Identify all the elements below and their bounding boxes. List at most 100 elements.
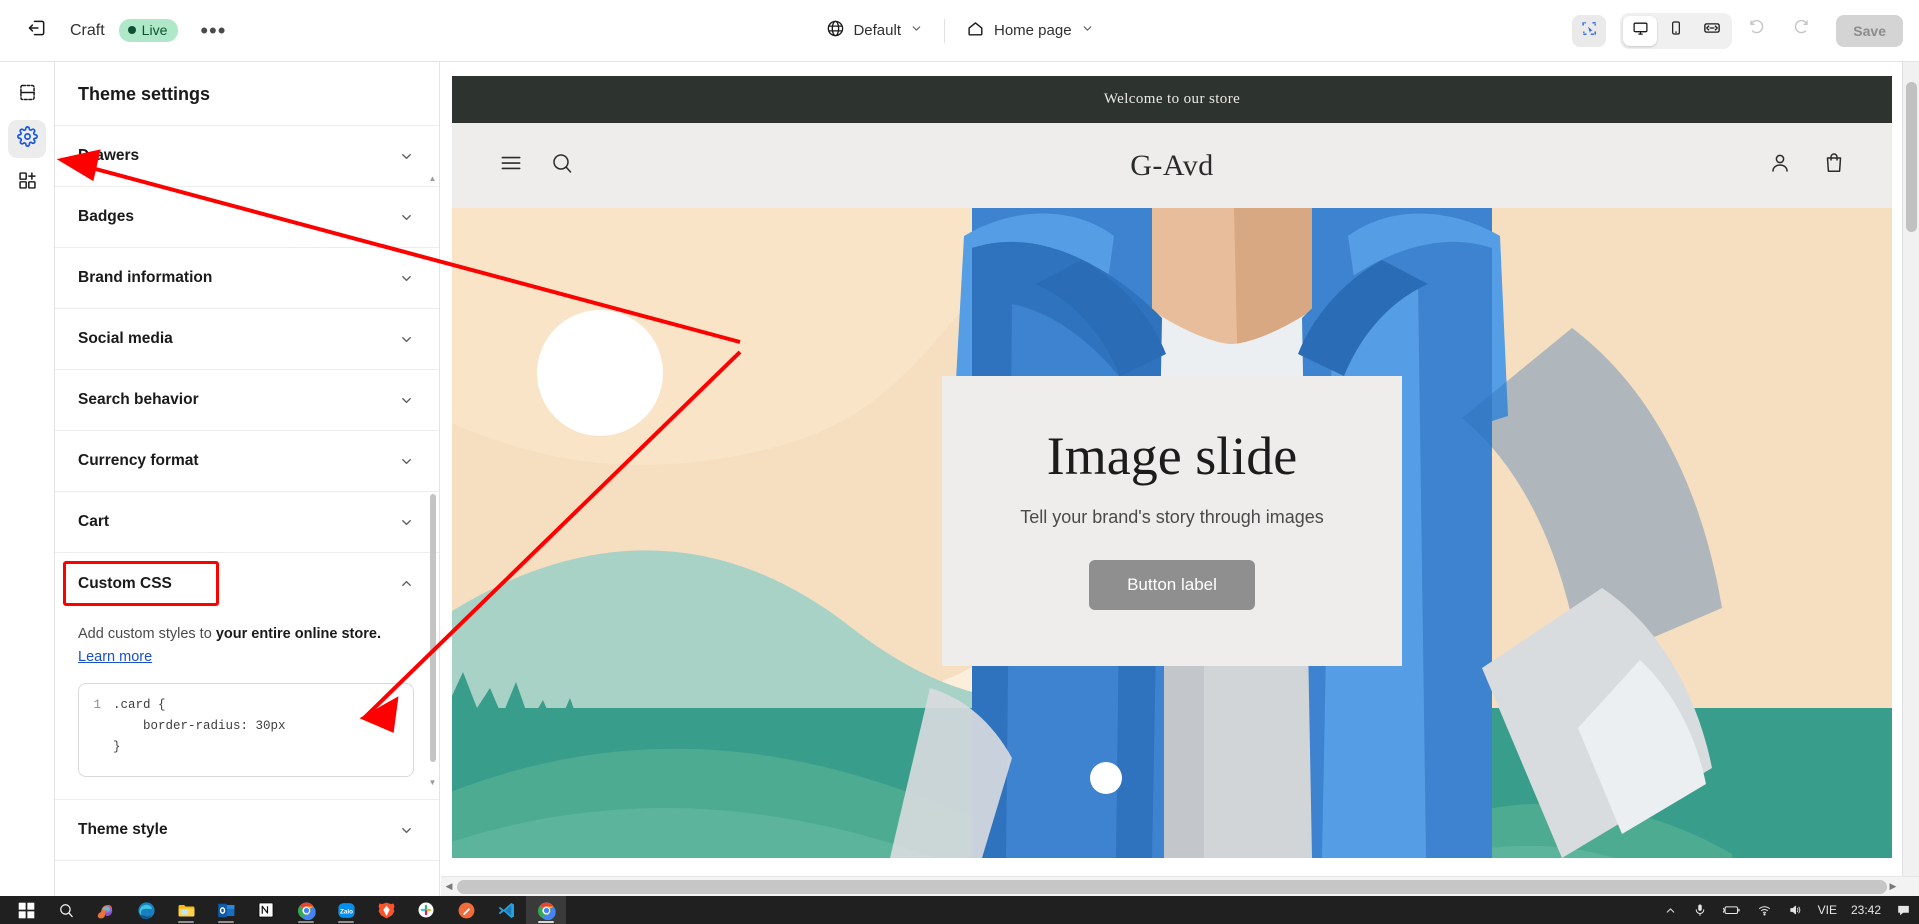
preview-horizontal-scroll-thumb[interactable] [457, 880, 1887, 894]
status-badge: Live [118, 19, 179, 42]
search-icon[interactable] [46, 896, 86, 924]
accordion-item-theme-style[interactable]: Theme style [55, 800, 439, 862]
vscode-icon[interactable] [486, 896, 526, 924]
microphone-icon[interactable] [1685, 896, 1715, 924]
store-header-left [498, 150, 574, 181]
accordion-label: Brand information [78, 269, 213, 286]
wifi-icon[interactable] [1749, 896, 1780, 924]
scroll-right-arrow[interactable]: ▶ [1885, 881, 1901, 892]
chrome-active-icon[interactable] [526, 896, 566, 924]
line-number [79, 716, 113, 737]
accordion-label: Badges [78, 208, 134, 225]
top-bar-left: Craft Live ••• [0, 12, 234, 50]
top-bar-right: Save [1572, 12, 1903, 50]
page-value: Home page [993, 22, 1072, 39]
rail-sections-button[interactable] [8, 76, 46, 114]
accordion-item-badges[interactable]: Badges [55, 187, 439, 248]
store-logo[interactable]: G-Avd [1130, 149, 1214, 183]
notion-icon[interactable] [246, 896, 286, 924]
postman-icon[interactable] [446, 896, 486, 924]
file-explorer-icon[interactable] [166, 896, 206, 924]
volume-icon[interactable] [1780, 896, 1811, 924]
code-line: 1 .card { [79, 695, 413, 716]
accordion-item-cart[interactable]: Cart [55, 492, 439, 553]
windows-taskbar: Zalo VIE 23:42 [0, 896, 1919, 924]
left-rail [0, 62, 55, 896]
panel-scroll-up-arrow[interactable]: ▲ [428, 174, 437, 183]
hero-button[interactable]: Button label [1089, 559, 1255, 610]
home-icon [966, 19, 985, 42]
hero-subtitle: Tell your brand's story through images [1020, 506, 1324, 527]
top-bar: Craft Live ••• Default Home page Save [0, 0, 1919, 62]
redo-button[interactable] [1782, 12, 1820, 50]
page-selector[interactable]: Home page [955, 12, 1105, 49]
account-icon[interactable] [1768, 151, 1792, 180]
accordion-item-social-media[interactable]: Social media [55, 309, 439, 370]
select-tool-button[interactable] [1572, 14, 1607, 47]
status-dot-icon [127, 26, 136, 34]
more-options-button[interactable]: ••• [192, 16, 234, 46]
chevron-down-icon [399, 823, 414, 838]
learn-more-link[interactable]: Learn more [78, 649, 152, 665]
preview-vertical-scroll-thumb[interactable] [1906, 82, 1917, 232]
tray-clock[interactable]: 23:42 [1844, 903, 1888, 917]
exit-editor-button[interactable] [18, 12, 56, 50]
panel-scroll-down-arrow[interactable]: ▼ [428, 778, 437, 787]
panel-scrollbar-thumb[interactable] [430, 494, 436, 762]
code-line: border-radius: 30px [79, 716, 413, 737]
preview-vertical-scrollbar[interactable] [1902, 62, 1919, 882]
slack-icon[interactable] [406, 896, 446, 924]
zalo-icon[interactable]: Zalo [326, 896, 366, 924]
tray-language[interactable]: VIE [1811, 903, 1844, 917]
chevron-down-icon [399, 149, 414, 164]
chevron-up-icon[interactable] [1656, 896, 1685, 924]
accordion-item-search-behavior[interactable]: Search behavior [55, 370, 439, 431]
chevron-up-icon [399, 576, 414, 591]
market-value: Default [853, 22, 901, 39]
market-selector[interactable]: Default [814, 12, 934, 49]
mobile-icon [1668, 20, 1684, 41]
accordion-item-brand-information[interactable]: Brand information [55, 248, 439, 309]
accordion-label: Cart [78, 513, 110, 530]
device-fullwidth-button[interactable] [1695, 16, 1729, 46]
panel-scroll-area: Drawers Badges Brand information Social … [55, 126, 439, 896]
windows-start-icon[interactable] [6, 896, 46, 924]
battery-icon[interactable] [1715, 896, 1749, 924]
full-width-icon [1703, 19, 1721, 42]
preview-horizontal-scrollbar[interactable]: ◀ ▶ [441, 876, 1919, 896]
cart-icon[interactable] [1822, 151, 1846, 180]
system-tray: VIE 23:42 [1656, 896, 1919, 924]
chrome-icon[interactable] [286, 896, 326, 924]
store-header: G-Avd [452, 123, 1892, 208]
accordion-item-custom-css[interactable]: Custom CSS [55, 553, 439, 614]
device-mobile-button[interactable] [1659, 16, 1693, 46]
custom-css-code-box[interactable]: 1 .card { border-radius: 30px } [78, 683, 414, 778]
copilot-icon[interactable] [86, 896, 126, 924]
scroll-left-arrow[interactable]: ◀ [441, 881, 457, 892]
desktop-icon [1632, 20, 1649, 42]
outlook-icon[interactable] [206, 896, 246, 924]
exit-icon [27, 18, 47, 43]
undo-button[interactable] [1738, 12, 1776, 50]
rail-settings-button[interactable] [8, 120, 46, 158]
search-icon[interactable] [550, 151, 574, 180]
custom-css-body: Add custom styles to your entire online … [55, 614, 439, 778]
hero-slideshow: Image slide Tell your brand's story thro… [452, 208, 1892, 858]
save-button[interactable]: Save [1836, 14, 1903, 47]
brave-icon[interactable] [366, 896, 406, 924]
accordion-item-drawers[interactable]: Drawers [55, 126, 439, 187]
notifications-icon[interactable] [1888, 896, 1919, 924]
edge-icon[interactable] [126, 896, 166, 924]
hamburger-icon[interactable] [498, 150, 524, 181]
rail-apps-button[interactable] [8, 164, 46, 202]
accordion-label: Social media [78, 330, 173, 347]
code-line: } [79, 737, 413, 758]
top-bar-center: Default Home page [814, 12, 1104, 49]
device-desktop-button[interactable] [1623, 15, 1658, 46]
desc-bold: your entire online store. [215, 626, 381, 642]
code-text: border-radius: 30px [113, 719, 286, 734]
redo-icon [1792, 19, 1810, 42]
chevron-down-icon [399, 332, 414, 347]
accordion-item-currency-format[interactable]: Currency format [55, 431, 439, 492]
sections-icon [17, 82, 38, 108]
